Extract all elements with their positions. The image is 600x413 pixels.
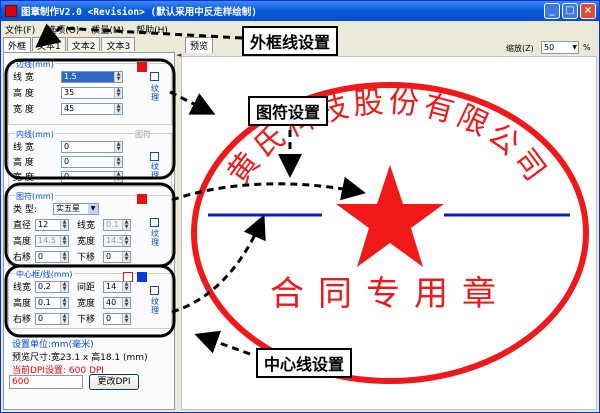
symbol-type-select[interactable]: 实五星 ▼ [53, 202, 99, 215]
symbol-type-label: 类 型: [13, 205, 37, 215]
preview-size-info: 预览尺寸:宽23.1 x 高18.1 (mm) [12, 353, 148, 363]
symbol-diameter-input[interactable]: 12 ▲ ▼ [35, 218, 69, 231]
outer-linewidth-input[interactable]: 1.5 ▲ ▼ [61, 70, 123, 83]
preview-canvas: 黄氏科技股份有限公司 合同专用章 [181, 56, 597, 410]
centerline-texture-checkbox[interactable] [150, 286, 159, 295]
menu-file[interactable]: 文件(F) [5, 23, 35, 36]
symbol-height-input[interactable]: 14.5 ▲ ▼ [35, 234, 69, 247]
inner-texture-checkbox[interactable] [150, 152, 159, 161]
zoom-label: 缩放(Z) [506, 44, 534, 53]
unit-info: 设置单位:mm(毫米) [12, 340, 94, 350]
tab-outer-frame[interactable]: 外框 [3, 37, 32, 52]
inner-line-group: 内线(mm) 图符 线 宽 0 ▲ ▼ 高 度 0 ▲ ▼ 宽 度 0 ▲ ▼ 纹理 [8, 129, 172, 187]
symbol-color-swatch[interactable] [137, 194, 147, 204]
inner-line-label: 内线(mm) [15, 129, 55, 140]
outer-height-label: 高 度 [13, 89, 34, 99]
centerline-width-input[interactable]: 40 ▲ ▼ [103, 296, 131, 309]
callout-outer-frame: 外框线设置 [242, 26, 339, 56]
tab-text2[interactable]: 文本2 [66, 37, 101, 52]
inner-height-label: 高 度 [13, 158, 34, 168]
centerline-height-label: 高度 [13, 299, 32, 309]
outer-width-input[interactable]: 45 ▲ ▼ [61, 102, 123, 115]
inner-linewidth-input[interactable]: 0 ▲ ▼ [61, 140, 123, 153]
symbol-diameter-label: 直径 [13, 221, 32, 231]
outer-width-label: 宽 度 [13, 105, 34, 115]
symbol-down-label: 下移 [77, 253, 96, 263]
menu-quality[interactable]: 质量(M) [91, 23, 124, 36]
centerline-group: 中心框/线(mm) 线宽 0.2 ▲ ▼ 间距 14 ▲ ▼ 高度 0.1 ▲ ▼ 宽度 40 ▲ ▼ 右移… [8, 269, 172, 329]
symbol-linewidth-input[interactable]: 0.1 ▲ ▼ [103, 218, 131, 231]
zoom-unit: % [583, 43, 591, 52]
tab-text1[interactable]: 文本1 [32, 37, 66, 52]
centerline-linewidth-input[interactable]: 0.2 ▲ ▼ [35, 280, 69, 293]
inner-line-color-label: 图符 [135, 129, 151, 140]
settings-tabs: 外框 文本1 文本2 文本3 [3, 37, 136, 52]
change-dpi-button[interactable]: 更改DPI [89, 374, 139, 390]
symbol-texture-label: 纹理 [151, 229, 159, 247]
symbol-down-input[interactable]: 0 ▲ ▼ [103, 250, 131, 263]
centerline-width-label: 宽度 [77, 299, 96, 309]
centerline-right-label: 右移 [13, 315, 32, 325]
symbol-width-label: 宽度 [77, 237, 96, 247]
outer-texture-label: 纹理 [151, 84, 159, 102]
title-bar[interactable]: 图章制作V2.0 <Revision> (默认采用中反走样绘制) _ □ × [1, 1, 599, 21]
stamp-app-icon [5, 5, 17, 17]
outer-line-group: 边线(mm) 线 宽 1.5 ▲ ▼ 高 度 35 ▲ ▼ 宽 度 45 ▲ ▼ 纹理 [8, 59, 172, 125]
centerline-gap-label: 间距 [77, 283, 96, 293]
star-symbol-icon [336, 165, 444, 267]
outer-linewidth-label: 线 宽 [13, 73, 34, 83]
inner-height-input[interactable]: 0 ▲ ▼ [61, 155, 123, 168]
centerline-linewidth-label: 线宽 [13, 283, 32, 293]
settings-panel: 边线(mm) 线 宽 1.5 ▲ ▼ 高 度 35 ▲ ▼ 宽 度 45 ▲ ▼ 纹理 内线(mm… [3, 52, 175, 410]
symbol-group: 图符(mm) 类 型: 实五星 ▼ 直径 12 ▲ ▼ 线宽 0.1 ▲ ▼ 高度 14.5 ▲ ▼ 宽度… [8, 191, 172, 265]
symbol-linewidth-label: 线宽 [77, 221, 96, 231]
zoom-select[interactable]: 50 ▼ [541, 41, 579, 54]
tab-preview[interactable]: 预览 [185, 37, 214, 53]
centerline-label: 中心框/线(mm) [15, 269, 74, 280]
maximize-button[interactable]: □ [562, 3, 578, 19]
tab-text3[interactable]: 文本3 [101, 37, 136, 52]
inner-width-input[interactable]: 0 ▲ ▼ [61, 170, 123, 183]
centerline-texture-label: 纹理 [151, 297, 159, 315]
symbol-label: 图符(mm) [15, 191, 55, 202]
outer-texture-checkbox[interactable] [150, 72, 159, 81]
menu-help[interactable]: 帮助(H) [136, 23, 168, 36]
window-title: 图章制作V2.0 <Revision> (默认采用中反走样绘制) [21, 7, 257, 18]
symbol-height-label: 高度 [13, 237, 32, 247]
inner-linewidth-label: 线 宽 [13, 143, 34, 153]
symbol-right-label: 右移 [13, 253, 32, 263]
panel-splitter[interactable] [175, 52, 180, 410]
dpi-input[interactable]: 600 [9, 375, 83, 389]
centerline-right-input[interactable]: 0 ▲ ▼ [35, 312, 69, 325]
centerline-down-label: 下移 [77, 315, 96, 325]
close-button[interactable]: × [580, 3, 596, 19]
centerline-down-input[interactable]: 0 ▲ ▼ [103, 312, 131, 325]
inner-width-label: 宽 度 [13, 173, 34, 183]
stamp-preview: 黄氏科技股份有限公司 合同专用章 [191, 82, 589, 384]
menu-options[interactable]: 选项(O) [47, 23, 79, 36]
outer-height-input[interactable]: 35 ▲ ▼ [61, 86, 123, 99]
callout-symbol: 图符设置 [248, 96, 329, 126]
symbol-width-input[interactable]: 14.5 ▲ ▼ [103, 234, 131, 247]
symbol-texture-checkbox[interactable] [150, 218, 159, 227]
stamp-bottom-text: 合同专用章 [270, 274, 510, 314]
centerline-color-swatch[interactable] [137, 272, 147, 282]
callout-centerline: 中心线设置 [256, 348, 353, 378]
minimize-button[interactable]: _ [544, 3, 560, 19]
centerline-gap-input[interactable]: 14 ▲ ▼ [103, 280, 131, 293]
centerline-height-input[interactable]: 0.1 ▲ ▼ [35, 296, 69, 309]
inner-texture-label: 纹理 [151, 162, 159, 180]
symbol-right-input[interactable]: 0 ▲ ▼ [35, 250, 69, 263]
outer-line-color-swatch[interactable] [137, 62, 147, 72]
outer-line-label: 边线(mm) [15, 59, 55, 70]
